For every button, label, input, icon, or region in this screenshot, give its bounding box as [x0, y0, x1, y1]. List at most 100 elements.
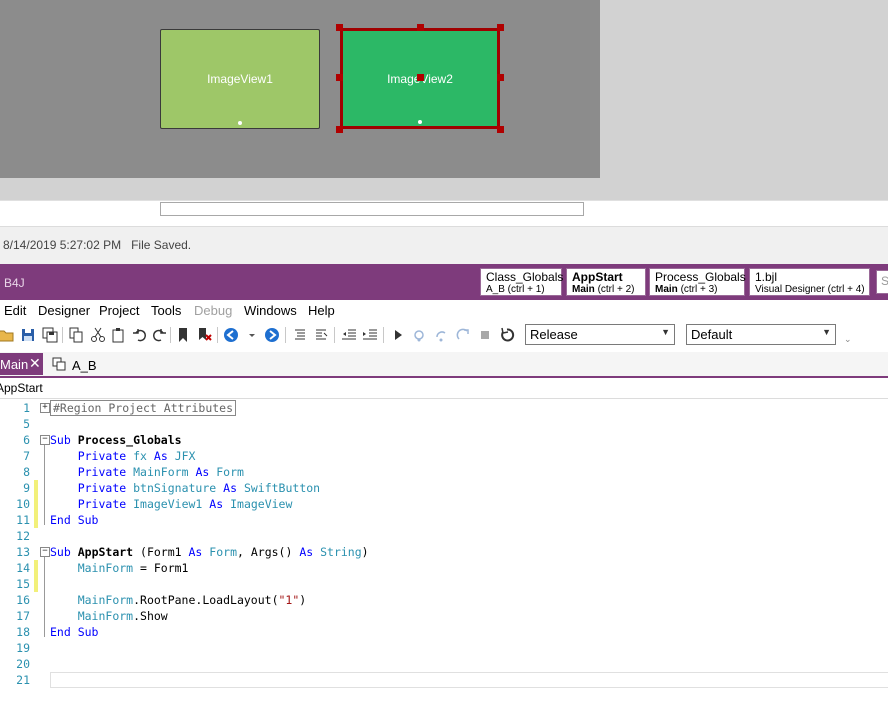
chevron-down-icon: ▼	[822, 327, 831, 337]
code-line: Private fx As JFX	[77, 449, 196, 463]
breadcrumb[interactable]: AppStart	[0, 381, 43, 395]
uncomment-block-icon[interactable]	[313, 327, 329, 343]
move-handle-center[interactable]	[417, 74, 424, 81]
quick-tab-title: 1.bjl	[755, 270, 778, 284]
restart-icon[interactable]	[499, 327, 515, 343]
line-number: 17	[16, 609, 30, 623]
quick-tab-title: Class_Globals	[486, 270, 564, 284]
stop-icon	[477, 327, 493, 343]
menu-help[interactable]: Help	[308, 303, 335, 318]
quick-tab-title: AppStart	[572, 270, 623, 284]
designer-canvas[interactable]: ImageView1 ImageView2	[0, 0, 600, 178]
close-icon[interactable]: ✕	[29, 355, 41, 372]
line-number: 15	[16, 577, 30, 591]
resize-handle-left[interactable]	[336, 74, 343, 81]
region-label[interactable]: #Region Project Attributes	[50, 400, 237, 416]
expand-region-icon[interactable]: +	[40, 403, 50, 413]
line-number: 5	[23, 417, 30, 431]
code-line: Private MainForm As Form	[77, 465, 244, 479]
quick-tab-designer-layout[interactable]: 1.bjl Visual Designer (ctrl + 4)	[749, 268, 870, 296]
build-config-value: Release	[530, 327, 578, 342]
undo-icon[interactable]	[132, 327, 148, 343]
code-line: Private ImageView1 As ImageView	[77, 497, 293, 511]
step-out-icon	[455, 327, 471, 343]
code-line: End Sub	[50, 513, 99, 527]
resize-handle-bottom-left[interactable]	[336, 126, 343, 133]
menu-project[interactable]: Project	[99, 303, 139, 318]
indent-icon[interactable]	[362, 327, 378, 343]
navigate-back-icon[interactable]	[223, 327, 239, 343]
line-number: 18	[16, 625, 30, 639]
app-title: B4J	[4, 276, 25, 290]
code-line: End Sub	[50, 625, 99, 639]
build-target-value: Default	[691, 327, 733, 342]
paste-icon[interactable]	[111, 327, 127, 343]
module-tab-bar	[0, 352, 888, 378]
comment-block-icon[interactable]	[292, 327, 308, 343]
code-line: #Region Project Attributes	[50, 400, 237, 416]
collapse-sub-icon[interactable]: −	[40, 547, 50, 557]
save-icon[interactable]	[20, 327, 36, 343]
change-marker	[34, 560, 38, 592]
line-number: 19	[16, 641, 30, 655]
anchor-dot	[238, 121, 242, 125]
change-marker	[34, 480, 38, 528]
search-input[interactable]: S	[876, 270, 888, 294]
menu-debug[interactable]: Debug	[194, 303, 232, 318]
resize-handle-top[interactable]	[417, 24, 424, 31]
resize-handle-top-left[interactable]	[336, 24, 343, 31]
outdent-icon[interactable]	[341, 327, 357, 343]
save-all-icon[interactable]	[42, 327, 58, 343]
collapse-sub-icon[interactable]: −	[40, 435, 50, 445]
chevron-down-icon: ▼	[661, 327, 670, 337]
chevron-down-icon[interactable]	[244, 327, 260, 343]
line-number: 16	[16, 593, 30, 607]
quick-tab-module: Main	[655, 284, 678, 295]
resize-handle-bottom-right[interactable]	[497, 126, 504, 133]
menu-tools[interactable]: Tools	[151, 303, 181, 318]
quick-tab-subtitle: Main (ctrl + 3)	[655, 284, 739, 295]
tab-a-b[interactable]: A_B	[52, 357, 97, 374]
toolbar-separator	[170, 327, 171, 343]
toolbar-separator	[217, 327, 218, 343]
code-line: MainForm.Show	[77, 609, 168, 623]
toolbar-overflow-icon[interactable]: ⌄	[844, 334, 852, 345]
line-number: 12	[16, 529, 30, 543]
build-config-select[interactable]: Release ▼	[525, 324, 675, 345]
copy-icon[interactable]	[68, 327, 84, 343]
line-number: 9	[23, 481, 30, 495]
remove-bookmarks-icon[interactable]	[196, 327, 212, 343]
quick-tab-title: Process_Globals	[655, 270, 746, 284]
bookmark-icon[interactable]	[175, 327, 191, 343]
quick-tab-class-globals[interactable]: Class_Globals A_B (ctrl + 1)	[480, 268, 564, 296]
tab-main[interactable]: Main ✕	[0, 353, 43, 375]
quick-tab-shortcut: (ctrl + 3)	[680, 284, 718, 295]
menu-edit[interactable]: Edit	[4, 303, 26, 318]
navigate-forward-icon[interactable]	[264, 327, 280, 343]
resize-handle-top-right[interactable]	[497, 24, 504, 31]
fold-guide	[44, 557, 45, 637]
menu-windows[interactable]: Windows	[244, 303, 297, 318]
toolbar-separator	[62, 327, 63, 343]
cut-icon[interactable]	[90, 327, 106, 343]
quick-tab-process-globals[interactable]: Process_Globals Main (ctrl + 3)	[649, 268, 746, 296]
build-target-select[interactable]: Default ▼	[686, 324, 836, 345]
code-line: Sub AppStart (Form1 As Form, Args() As S…	[50, 545, 369, 559]
line-number: 11	[16, 513, 30, 527]
open-icon[interactable]	[0, 327, 14, 343]
toolbar-separator	[383, 327, 384, 343]
redo-icon[interactable]	[151, 327, 167, 343]
line-number: 20	[16, 657, 30, 671]
current-line-highlight	[50, 672, 888, 688]
imageview1-control[interactable]: ImageView1	[160, 29, 320, 129]
code-line: Sub Process_Globals	[50, 433, 182, 447]
menu-designer[interactable]: Designer	[38, 303, 90, 318]
line-number: 7	[23, 449, 30, 463]
quick-tab-appstart[interactable]: AppStart Main (ctrl + 2)	[566, 268, 646, 296]
run-icon[interactable]	[390, 327, 406, 343]
toolbar-separator	[334, 327, 335, 343]
horizontal-scrollbar[interactable]	[160, 202, 584, 216]
tab-main-label: Main	[0, 357, 29, 372]
code-line: Private btnSignature As SwiftButton	[77, 481, 321, 495]
resize-handle-right[interactable]	[497, 74, 504, 81]
